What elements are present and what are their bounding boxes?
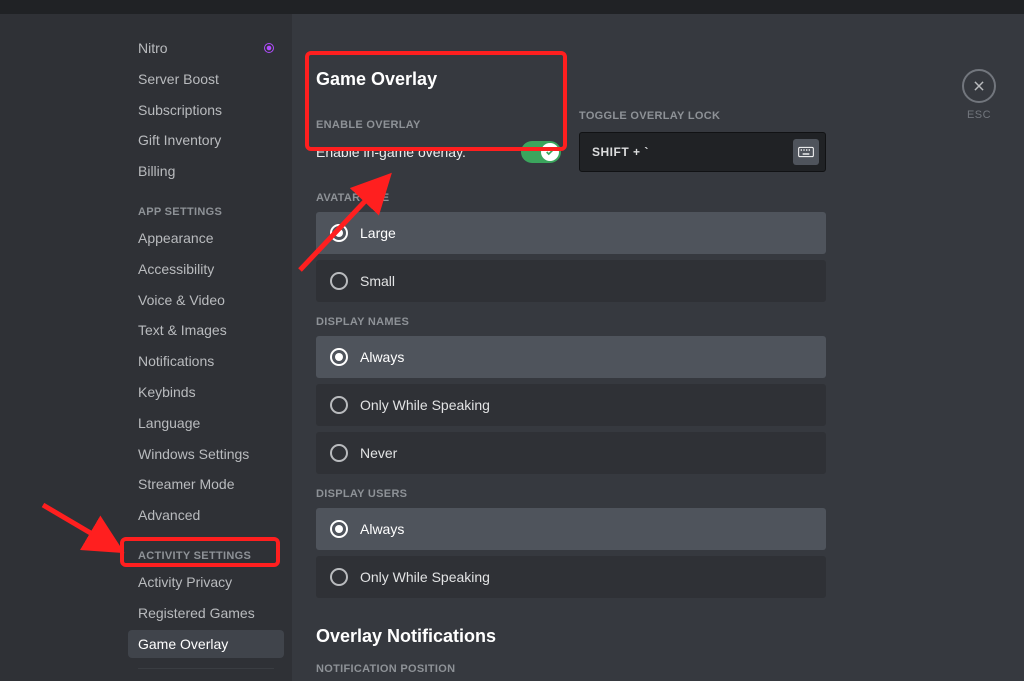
- toggle-knob: [541, 143, 559, 161]
- sidebar-item-label: Keybinds: [138, 384, 196, 401]
- sidebar-item-label: Activity Privacy: [138, 574, 232, 591]
- display-users-header: DISPLAY USERS: [316, 488, 826, 500]
- sidebar-item-label: Windows Settings: [138, 446, 249, 463]
- settings-content: ESC Game Overlay ENABLE OVERLAY Enable i…: [292, 14, 1024, 681]
- sidebar-item-label: Language: [138, 415, 200, 432]
- sidebar-item-advanced[interactable]: Advanced: [128, 501, 284, 530]
- sidebar-item-language[interactable]: Language: [128, 409, 284, 438]
- display-names-header: DISPLAY NAMES: [316, 316, 826, 328]
- radio-icon: [330, 444, 348, 462]
- sidebar-item-activity-privacy[interactable]: Activity Privacy: [128, 568, 284, 597]
- sidebar-item-label: Advanced: [138, 507, 200, 524]
- sidebar-item-keybinds[interactable]: Keybinds: [128, 378, 284, 407]
- radio-label: Always: [360, 349, 404, 365]
- notification-position-header: NOTIFICATION POSITION: [316, 663, 826, 675]
- toggle-lock-header: TOGGLE OVERLAY LOCK: [579, 110, 826, 122]
- sidebar-item-streamer-mode[interactable]: Streamer Mode: [128, 470, 284, 499]
- display-names-option-always[interactable]: Always: [316, 336, 826, 378]
- display-names-option-never[interactable]: Never: [316, 432, 826, 474]
- sidebar-item-label: Billing: [138, 163, 175, 180]
- sidebar-item-registered-games[interactable]: Registered Games: [128, 599, 284, 628]
- sidebar-item-label: Notifications: [138, 353, 214, 370]
- sidebar-item-billing[interactable]: Billing: [128, 157, 284, 186]
- sidebar-item-label: Accessibility: [138, 261, 214, 278]
- sidebar-item-whats-new[interactable]: What's New: [128, 677, 284, 681]
- sidebar-item-subscriptions[interactable]: Subscriptions: [128, 96, 284, 125]
- display-users-option-speaking[interactable]: Only While Speaking: [316, 556, 826, 598]
- radio-icon: [330, 568, 348, 586]
- settings-sidebar: Nitro Server Boost Subscriptions Gift In…: [0, 14, 292, 681]
- radio-icon: [330, 348, 348, 366]
- keybind-input[interactable]: SHIFT + `: [579, 132, 826, 172]
- sidebar-item-label: Streamer Mode: [138, 476, 234, 493]
- radio-icon: [330, 272, 348, 290]
- radio-label: Only While Speaking: [360, 569, 490, 585]
- close-button[interactable]: ESC: [962, 69, 996, 121]
- sidebar-item-windows-settings[interactable]: Windows Settings: [128, 440, 284, 469]
- titlebar: [0, 0, 1024, 14]
- sidebar-item-server-boost[interactable]: Server Boost: [128, 65, 284, 94]
- sidebar-item-label: Registered Games: [138, 605, 255, 622]
- sidebar-item-appearance[interactable]: Appearance: [128, 224, 284, 253]
- radio-icon: [330, 396, 348, 414]
- sidebar-item-voice-video[interactable]: Voice & Video: [128, 286, 284, 315]
- sidebar-header-app-settings: APP SETTINGS: [128, 188, 284, 224]
- sidebar-item-label: Text & Images: [138, 322, 227, 339]
- radio-label: Only While Speaking: [360, 397, 490, 413]
- avatar-size-option-small[interactable]: Small: [316, 260, 826, 302]
- enable-overlay-text: Enable in-game overlay.: [316, 144, 466, 160]
- radio-icon: [330, 224, 348, 242]
- radio-label: Small: [360, 273, 395, 289]
- keyboard-icon: [798, 146, 814, 158]
- sidebar-header-activity-settings: ACTIVITY SETTINGS: [128, 532, 284, 568]
- sidebar-item-label: Nitro: [138, 40, 168, 57]
- close-icon: [962, 69, 996, 103]
- radio-label: Always: [360, 521, 404, 537]
- radio-label: Never: [360, 445, 397, 461]
- avatar-size-option-large[interactable]: Large: [316, 212, 826, 254]
- overlay-notifications-title: Overlay Notifications: [316, 626, 826, 647]
- page-title: Game Overlay: [316, 69, 826, 90]
- keyboard-button[interactable]: [793, 139, 819, 165]
- radio-icon: [330, 520, 348, 538]
- sidebar-item-label: Server Boost: [138, 71, 219, 88]
- display-users-option-always[interactable]: Always: [316, 508, 826, 550]
- close-label: ESC: [962, 109, 996, 121]
- sidebar-item-notifications[interactable]: Notifications: [128, 347, 284, 376]
- keybind-value: SHIFT + `: [592, 145, 649, 159]
- sidebar-item-label: Appearance: [138, 230, 214, 247]
- sidebar-item-nitro[interactable]: Nitro: [128, 34, 284, 63]
- sidebar-item-gift-inventory[interactable]: Gift Inventory: [128, 126, 284, 155]
- display-names-option-speaking[interactable]: Only While Speaking: [316, 384, 826, 426]
- sidebar-item-label: Game Overlay: [138, 636, 228, 653]
- enable-overlay-header: ENABLE OVERLAY: [316, 119, 561, 131]
- sidebar-item-label: Voice & Video: [138, 292, 225, 309]
- radio-label: Large: [360, 225, 396, 241]
- sidebar-item-game-overlay[interactable]: Game Overlay: [128, 630, 284, 659]
- sidebar-item-text-images[interactable]: Text & Images: [128, 316, 284, 345]
- avatar-size-header: AVATAR SIZE: [316, 192, 826, 204]
- sidebar-item-label: Subscriptions: [138, 102, 222, 119]
- sidebar-item-accessibility[interactable]: Accessibility: [128, 255, 284, 284]
- enable-overlay-toggle[interactable]: [521, 141, 561, 163]
- sidebar-item-label: Gift Inventory: [138, 132, 221, 149]
- nitro-icon: [264, 43, 274, 53]
